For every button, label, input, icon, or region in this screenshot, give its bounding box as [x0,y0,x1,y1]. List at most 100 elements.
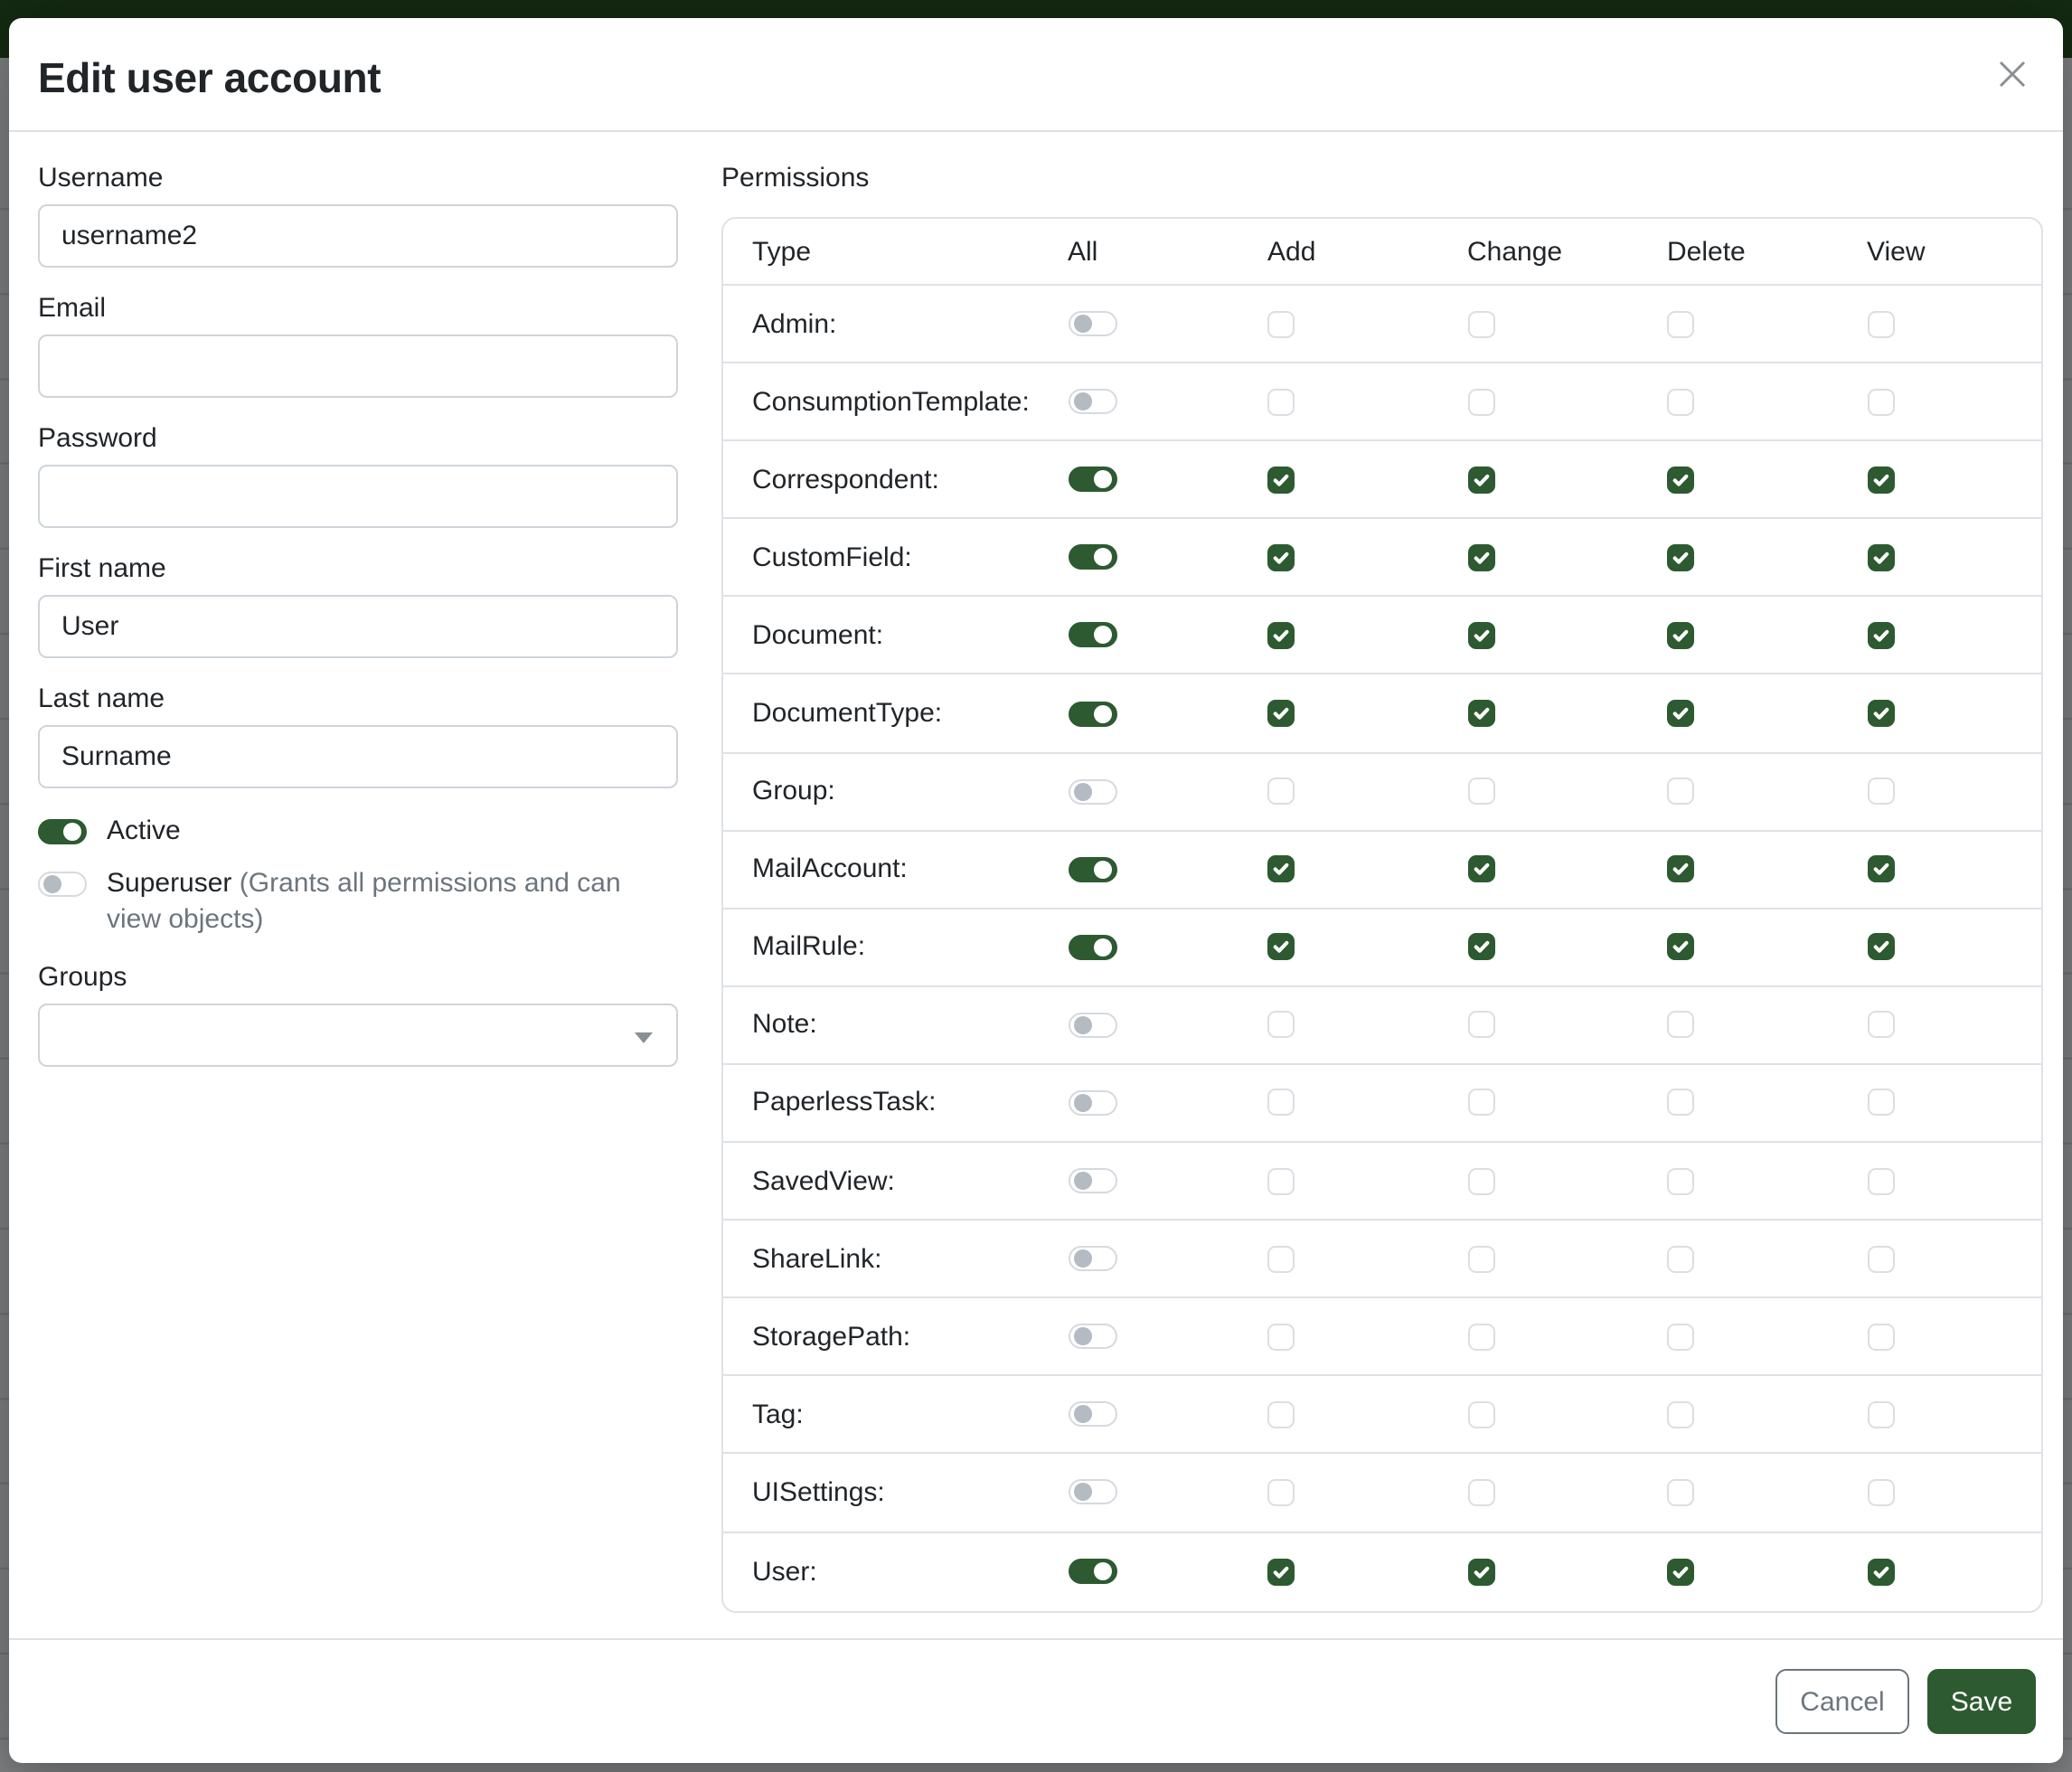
cancel-button[interactable]: Cancel [1775,1669,1909,1734]
permission-add-checkbox[interactable] [1267,934,1295,961]
permission-change-checkbox[interactable] [1467,1479,1494,1506]
check-icon [1271,859,1291,879]
permission-add-checkbox[interactable] [1267,1324,1295,1351]
permission-change-checkbox[interactable] [1467,310,1494,337]
permission-view-checkbox[interactable] [1867,1012,1894,1039]
permission-delete-checkbox[interactable] [1667,310,1694,337]
first-name-input[interactable] [38,595,678,658]
permission-change-checkbox[interactable] [1467,700,1494,727]
permission-all-toggle[interactable] [1068,1559,1116,1584]
permission-change-checkbox[interactable] [1467,1558,1494,1585]
permission-delete-checkbox[interactable] [1667,934,1694,961]
permission-all-toggle[interactable] [1068,1402,1116,1428]
permission-delete-checkbox[interactable] [1667,1245,1694,1272]
permission-all-toggle[interactable] [1068,1324,1116,1350]
permission-view-checkbox[interactable] [1867,1324,1894,1351]
permission-change-checkbox[interactable] [1467,1167,1494,1194]
permission-type-label: ConsumptionTemplate: [723,386,1042,417]
permission-view-checkbox[interactable] [1867,1558,1894,1585]
permission-add-checkbox[interactable] [1267,1401,1295,1428]
permission-delete-checkbox[interactable] [1667,544,1694,571]
permission-add-checkbox[interactable] [1267,855,1295,882]
permission-all-toggle[interactable] [1068,623,1116,648]
permission-delete-checkbox[interactable] [1667,622,1694,649]
permission-all-toggle[interactable] [1068,778,1116,804]
permission-add-checkbox[interactable] [1267,544,1295,571]
permission-add-checkbox[interactable] [1267,1245,1295,1272]
permission-view-checkbox[interactable] [1867,388,1894,415]
permission-view-checkbox[interactable] [1867,778,1894,805]
email-input[interactable] [38,335,678,398]
permission-add-checkbox[interactable] [1267,778,1295,805]
permission-delete-checkbox[interactable] [1667,1324,1694,1351]
permission-view-checkbox[interactable] [1867,1089,1894,1117]
permission-view-checkbox[interactable] [1867,310,1894,337]
permission-view-checkbox[interactable] [1867,1245,1894,1272]
permission-delete-checkbox[interactable] [1667,1479,1694,1506]
permission-all-toggle[interactable] [1068,1480,1116,1505]
permission-add-checkbox[interactable] [1267,1012,1295,1039]
active-toggle[interactable] [38,819,87,844]
permission-delete-checkbox[interactable] [1667,1012,1694,1039]
permission-delete-checkbox[interactable] [1667,1089,1694,1117]
permission-change-checkbox[interactable] [1467,388,1494,415]
permission-change-checkbox[interactable] [1467,1401,1494,1428]
permission-view-checkbox[interactable] [1867,855,1894,882]
permission-view-checkbox[interactable] [1867,700,1894,727]
permission-change-checkbox[interactable] [1467,544,1494,571]
permission-delete-checkbox[interactable] [1667,778,1694,805]
permission-add-checkbox[interactable] [1267,1558,1295,1585]
permission-add-checkbox[interactable] [1267,1089,1295,1117]
permission-all-toggle[interactable] [1068,1168,1116,1193]
groups-select[interactable] [38,1004,678,1067]
permission-view-checkbox[interactable] [1867,544,1894,571]
permission-all-toggle[interactable] [1068,545,1116,570]
permission-add-checkbox[interactable] [1267,388,1295,415]
permission-delete-checkbox[interactable] [1667,1558,1694,1585]
close-button[interactable] [1991,52,2034,96]
permission-all-toggle[interactable] [1068,1090,1116,1116]
permission-view-checkbox[interactable] [1867,1401,1894,1428]
permission-delete-checkbox[interactable] [1667,700,1694,727]
permission-change-checkbox[interactable] [1467,1245,1494,1272]
password-input[interactable] [38,465,678,528]
permission-view-checkbox[interactable] [1867,466,1894,493]
check-icon [1271,548,1291,568]
permission-row: Tag: [723,1377,2041,1455]
permission-all-toggle[interactable] [1068,1013,1116,1038]
permission-change-checkbox[interactable] [1467,934,1494,961]
permission-change-checkbox[interactable] [1467,778,1494,805]
last-name-input[interactable] [38,725,678,788]
permission-delete-checkbox[interactable] [1667,466,1694,493]
username-input[interactable] [38,204,678,268]
permission-all-toggle[interactable] [1068,1246,1116,1271]
permission-delete-checkbox[interactable] [1667,1401,1694,1428]
permission-add-checkbox[interactable] [1267,1167,1295,1194]
permission-all-toggle[interactable] [1068,467,1116,492]
superuser-toggle[interactable] [38,872,87,897]
permission-view-checkbox[interactable] [1867,934,1894,961]
permission-all-toggle[interactable] [1068,389,1116,414]
permission-all-toggle[interactable] [1068,311,1116,336]
save-button[interactable]: Save [1927,1669,2036,1734]
permission-change-checkbox[interactable] [1467,622,1494,649]
permission-change-checkbox[interactable] [1467,1089,1494,1117]
permission-all-toggle[interactable] [1068,935,1116,960]
permission-change-checkbox[interactable] [1467,1012,1494,1039]
permission-delete-checkbox[interactable] [1667,388,1694,415]
permission-change-checkbox[interactable] [1467,855,1494,882]
permission-change-checkbox[interactable] [1467,466,1494,493]
permission-view-checkbox[interactable] [1867,622,1894,649]
permission-all-toggle[interactable] [1068,856,1116,881]
permission-all-toggle[interactable] [1068,701,1116,726]
permission-add-checkbox[interactable] [1267,1479,1295,1506]
permission-view-checkbox[interactable] [1867,1479,1894,1506]
permission-add-checkbox[interactable] [1267,466,1295,493]
permission-add-checkbox[interactable] [1267,622,1295,649]
permission-delete-checkbox[interactable] [1667,1167,1694,1194]
permission-change-checkbox[interactable] [1467,1324,1494,1351]
permission-view-checkbox[interactable] [1867,1167,1894,1194]
permission-add-checkbox[interactable] [1267,700,1295,727]
permission-add-checkbox[interactable] [1267,310,1295,337]
permission-delete-checkbox[interactable] [1667,855,1694,882]
